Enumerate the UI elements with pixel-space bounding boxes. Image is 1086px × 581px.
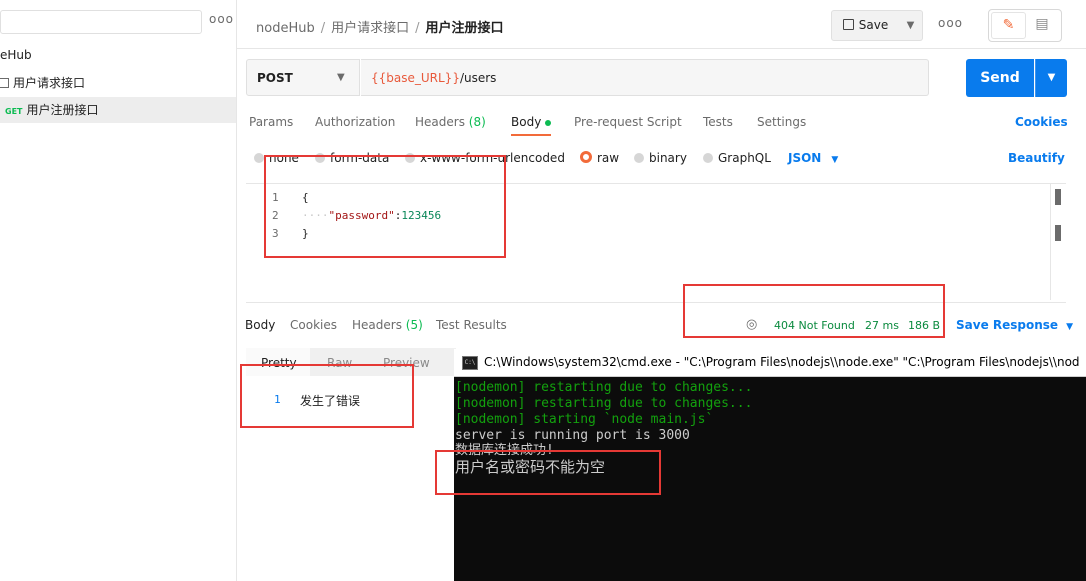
editor-scrollbar-thumb[interactable] (1055, 189, 1061, 205)
body-format-select[interactable]: JSON ▼ (788, 151, 838, 165)
save-button[interactable]: Save (831, 10, 900, 41)
highlight-box-response (240, 364, 414, 428)
save-dropdown-button[interactable]: ▼ (899, 10, 923, 41)
tab-authorization[interactable]: Authorization (315, 115, 395, 129)
url-path: /users (459, 71, 497, 85)
cookies-link[interactable]: Cookies (1015, 115, 1068, 129)
editor-scrollbar-thumb[interactable] (1055, 225, 1061, 241)
breadcrumb: nodeHub / 用户请求接口 / 用户注册接口 (256, 21, 504, 36)
breadcrumb-request: 用户注册接口 (425, 21, 504, 36)
method-tag: GET (5, 107, 23, 116)
save-response-button[interactable]: Save Response ▼ (956, 318, 1073, 332)
highlight-box-console (435, 450, 661, 495)
chevron-down-icon: ▼ (906, 20, 915, 31)
tab-params[interactable]: Params (249, 115, 293, 129)
header-divider (237, 48, 1086, 49)
response-tab-headers[interactable]: Headers (5) (352, 318, 423, 332)
cmd-output-line: [nodemon] starting `node main.js` (455, 412, 714, 427)
response-tab-body[interactable]: Body (245, 318, 275, 332)
response-tab-cookies[interactable]: Cookies (290, 318, 337, 332)
highlight-box-status (683, 284, 945, 338)
sidebar-more-icon[interactable]: ooo (209, 12, 234, 26)
cmd-output-line: [nodemon] restarting due to changes... (455, 380, 753, 395)
chevron-down-icon: ▼ (1047, 72, 1056, 83)
radio-circle (703, 153, 713, 163)
beautify-link[interactable]: Beautify (1008, 151, 1065, 165)
url-input[interactable]: {{base_URL}}/users (361, 59, 929, 96)
request-name: 用户注册接口 (26, 103, 99, 117)
method-chevron-icon: ▼ (337, 72, 345, 83)
tab-tests[interactable]: Tests (703, 115, 733, 129)
sidebar-request[interactable]: GET 用户注册接口 (0, 97, 236, 123)
more-options-icon[interactable]: ooo (938, 16, 963, 30)
sidebar-search-input[interactable] (0, 10, 202, 34)
folder-name: 用户请求接口 (13, 76, 86, 90)
cmd-output-line: [nodemon] restarting due to changes... (455, 396, 753, 411)
sidebar-folder[interactable]: 用户请求接口 (0, 70, 236, 96)
radio-raw[interactable]: raw (580, 151, 619, 165)
tab-body[interactable]: Body (511, 115, 552, 129)
documentation-icon[interactable]: ▤ (1028, 12, 1056, 37)
cmd-output-line: server is running port is 3000 (455, 428, 690, 443)
chevron-down-icon: ▼ (1066, 322, 1073, 332)
editor-scrollbar-track (1050, 184, 1051, 300)
send-dropdown-button[interactable]: ▼ (1035, 59, 1067, 97)
radio-circle-selected (580, 151, 592, 163)
radio-circle (254, 153, 264, 163)
breadcrumb-collection[interactable]: nodeHub (256, 21, 315, 36)
chevron-down-icon: ▼ (831, 155, 839, 165)
cmd-title: C:\Windows\system32\cmd.exe - "C:\Progra… (484, 355, 1080, 369)
sidebar-collection[interactable]: eHub (0, 42, 236, 68)
response-tab-test-results[interactable]: Test Results (436, 318, 507, 332)
save-icon (842, 19, 854, 30)
cmd-icon: C:\ (462, 356, 478, 370)
collection-name: eHub (0, 48, 32, 62)
folder-icon (0, 78, 9, 88)
send-button[interactable]: Send (966, 59, 1034, 97)
radio-graphql[interactable]: GraphQL (703, 151, 771, 165)
edit-pencil-icon[interactable]: ✎ (991, 12, 1026, 39)
tab-headers[interactable]: Headers (8) (415, 115, 486, 129)
breadcrumb-folder[interactable]: 用户请求接口 (331, 21, 409, 36)
body-indicator-dot (545, 119, 552, 126)
highlight-box-request-body (264, 155, 506, 258)
radio-binary[interactable]: binary (634, 151, 687, 165)
url-variable: {{base_URL}} (371, 71, 460, 85)
tab-pre-request-script[interactable]: Pre-request Script (574, 115, 682, 129)
tab-body-underline (511, 134, 551, 136)
tab-settings[interactable]: Settings (757, 115, 806, 129)
radio-circle (634, 153, 644, 163)
